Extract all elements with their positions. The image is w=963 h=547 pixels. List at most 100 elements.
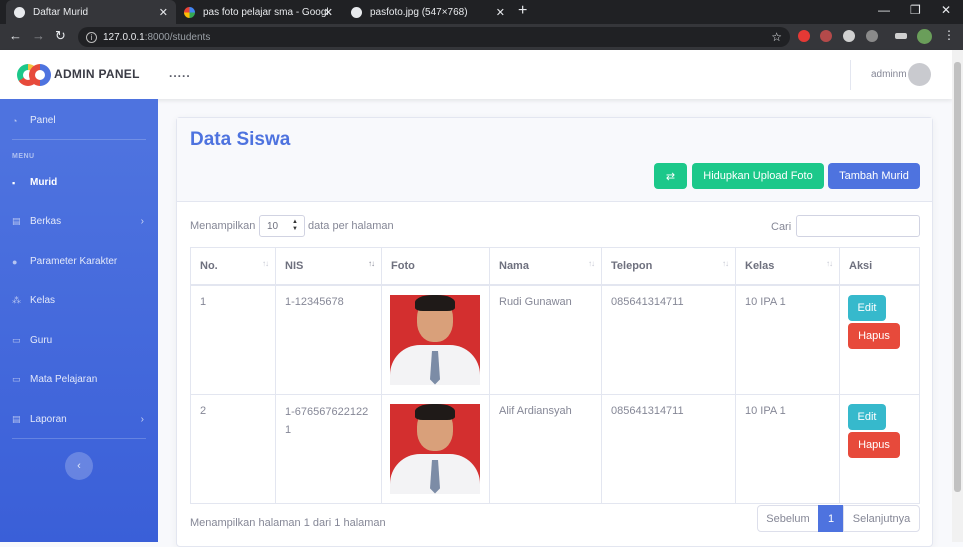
reload-icon[interactable]: ↻ (55, 28, 66, 44)
extension-icon[interactable] (843, 30, 855, 42)
sidebar-item-murid[interactable]: ▪ Murid (12, 177, 146, 188)
column-header-nis[interactable]: NIS ↑↓ (275, 247, 382, 286)
sidebar-toggle-button[interactable]: ‹ (65, 452, 93, 480)
sidebar-item-mata-pelajaran[interactable]: ▭ Mata Pelajaran (12, 374, 146, 385)
close-icon[interactable]: ✕ (159, 6, 168, 19)
extension-icon[interactable] (820, 30, 832, 42)
cell-telepon: 085641314711 (601, 393, 736, 504)
minimize-icon[interactable]: — (878, 3, 890, 17)
back-icon[interactable]: ← (9, 28, 22, 43)
sort-icon: ↑↓ (262, 259, 269, 268)
dots-icon[interactable]: ..... (169, 66, 191, 80)
username[interactable]: adminm (871, 69, 907, 80)
sidebar-item-label: Murid (30, 177, 58, 188)
page-1-button[interactable]: 1 (818, 505, 844, 532)
new-tab-icon[interactable]: + (518, 2, 527, 20)
tachometer-icon: ◔ (12, 115, 18, 126)
show-prefix-label: Menampilkan (190, 220, 256, 232)
sidebar-item-parameter-karakter[interactable]: ● Parameter Karakter (12, 256, 146, 267)
previous-page-button[interactable]: Sebelum (757, 505, 819, 532)
more-menu-icon[interactable]: ⋮ (943, 28, 955, 42)
brand-name[interactable]: ADMIN PANEL (54, 67, 140, 81)
table-row: 2 1-6765676221221 Alif Ardiansyah 085641… (190, 393, 920, 504)
cell-telepon: 085641314711 (601, 284, 736, 395)
chevron-right-icon: › (140, 216, 144, 227)
users-icon: ⁂ (12, 295, 21, 305)
enable-photo-upload-button[interactable]: Hidupkan Upload Foto (692, 163, 824, 189)
sort-icon: ↑↓ (588, 259, 595, 268)
sidebar-item-panel[interactable]: ◔ Panel (12, 115, 146, 126)
info-icon[interactable]: i (86, 31, 97, 43)
extension-icon[interactable] (866, 30, 878, 42)
cell-aksi: Edit Hapus (839, 284, 920, 395)
divider (850, 60, 851, 90)
sidebar-item-kelas[interactable]: ⁂ Kelas (12, 295, 146, 306)
card-header: Data Siswa ⇄ Hidupkan Upload Foto Tambah… (177, 118, 932, 202)
student-photo (390, 403, 480, 494)
profile-avatar[interactable] (917, 29, 932, 44)
sort-icon: ↑↓ (368, 259, 375, 268)
extension-icon[interactable] (798, 30, 810, 42)
column-header-aksi: Aksi (839, 247, 920, 286)
students-card: Data Siswa ⇄ Hidupkan Upload Foto Tambah… (176, 117, 933, 547)
key-icon[interactable] (895, 33, 907, 39)
url-input[interactable]: i 127.0.0.1:8000/students ☆ (78, 27, 790, 47)
cell-foto (381, 393, 490, 504)
cell-aksi: Edit Hapus (839, 393, 920, 504)
divider (12, 139, 146, 140)
cell-kelas: 10 IPA 1 (735, 393, 840, 504)
window-close-icon[interactable]: ✕ (941, 3, 951, 17)
sort-icon: ↑↓ (826, 259, 833, 268)
url-path: :8000/students (144, 31, 211, 43)
sidebar-item-label: Guru (30, 335, 53, 346)
chalkboard-icon: ▭ (12, 335, 21, 345)
sidebar-item-guru[interactable]: ▭ Guru (12, 335, 146, 346)
sidebar-item-label: Laporan (30, 414, 67, 425)
brand-logo[interactable] (17, 64, 51, 86)
cell-kelas: 10 IPA 1 (735, 284, 840, 395)
file-icon: ▤ (12, 414, 21, 424)
cell-nama: Rudi Gunawan (489, 284, 602, 395)
table-header-row: No. ↑↓ NIS ↑↓ Foto Nama ↑↓ Telepon ↑↓ Kelas ↑… (190, 247, 920, 286)
page-title: Data Siswa (190, 129, 291, 150)
cell-foto (381, 284, 490, 395)
close-icon[interactable]: ✕ (324, 6, 333, 19)
column-header-kelas[interactable]: Kelas ↑↓ (735, 247, 840, 286)
sidebar-item-label: Berkas (30, 216, 62, 227)
column-header-foto: Foto (381, 247, 490, 286)
edit-button[interactable]: Edit (848, 403, 886, 430)
tab-pasfoto[interactable]: pasfoto.jpg (547×768) ✕ (343, 0, 513, 24)
column-header-no[interactable]: No. ↑↓ (190, 247, 276, 286)
star-icon[interactable]: ☆ (771, 30, 782, 44)
table-row: 1 1-12345678 Rudi Gunawan 085641314711 1… (190, 284, 920, 395)
per-page-select[interactable]: 10 ▲ ▼ (259, 215, 305, 237)
add-student-button[interactable]: Tambah Murid (828, 163, 920, 189)
edit-button[interactable]: Edit (848, 294, 886, 321)
sort-icon: ↑↓ (722, 259, 729, 268)
next-page-button[interactable]: Selanjutnya (843, 505, 920, 532)
column-header-telepon[interactable]: Telepon ↑↓ (601, 247, 736, 286)
divider (12, 438, 146, 439)
close-icon[interactable]: ✕ (496, 6, 505, 19)
delete-button[interactable]: Hapus (848, 431, 900, 458)
refresh-button[interactable]: ⇄ (654, 163, 687, 189)
delete-button[interactable]: Hapus (848, 322, 900, 349)
forward-icon[interactable]: → (32, 28, 45, 43)
circle-icon: ● (12, 256, 18, 267)
pagination-info: Menampilkan halaman 1 dari 1 halaman (190, 517, 386, 529)
apple-avatar-icon[interactable] (908, 63, 931, 86)
search-input[interactable] (796, 215, 920, 237)
sidebar-item-berkas[interactable]: ▤ Berkas › (12, 216, 146, 227)
sidebar-item-laporan[interactable]: ▤ Laporan › (12, 414, 146, 425)
cell-no: 2 (190, 393, 276, 504)
google-favicon-icon (184, 6, 195, 18)
per-page-value: 10 (267, 220, 279, 232)
tab-title: Daftar Murid (33, 6, 89, 18)
tab-google-search[interactable]: pas foto pelajar sma - Google Se ✕ (176, 0, 341, 24)
column-header-nama[interactable]: Nama ↑↓ (489, 247, 602, 286)
tab-daftar-murid[interactable]: Daftar Murid ✕ (6, 0, 176, 24)
restore-icon[interactable]: ❐ (910, 3, 921, 17)
chalkboard-icon: ▭ (12, 374, 21, 384)
scrollbar[interactable] (952, 50, 963, 542)
sidebar-heading: MENU (12, 153, 35, 160)
